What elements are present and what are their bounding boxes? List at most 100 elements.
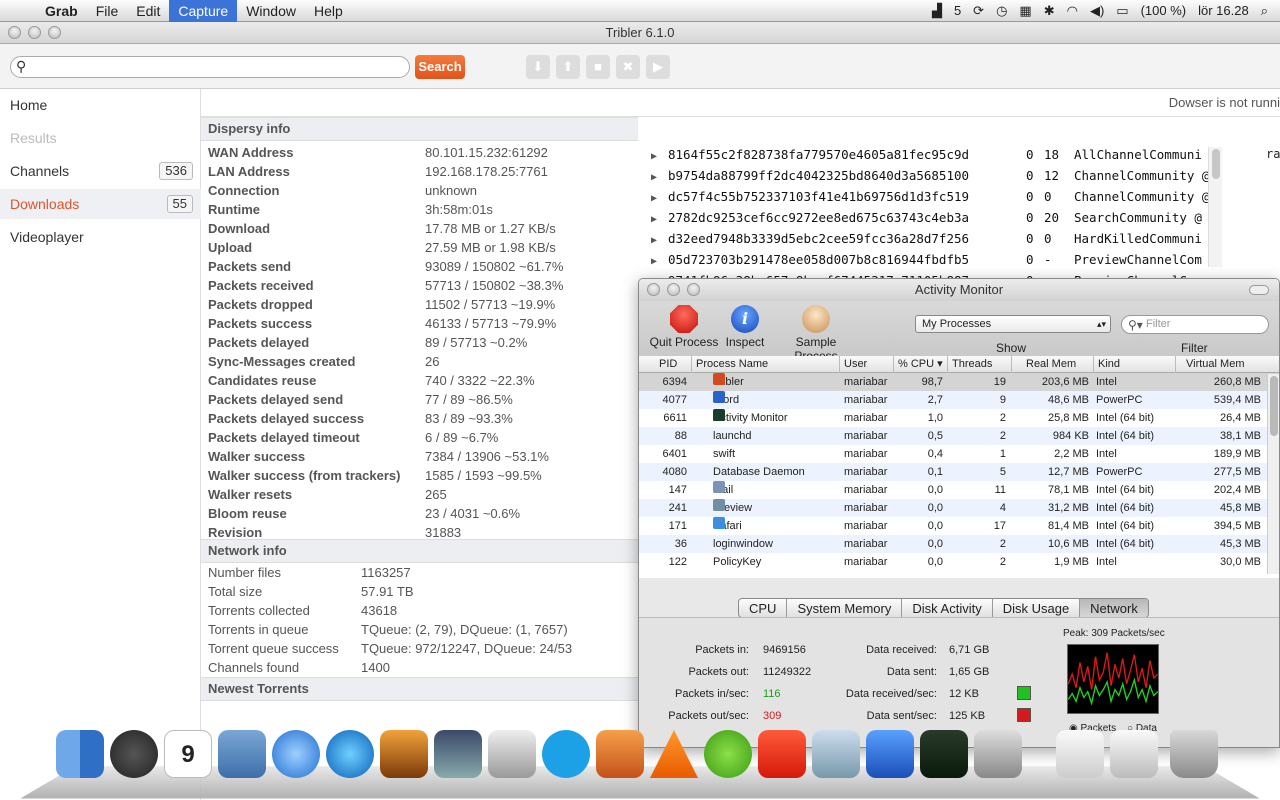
activity-monitor-icon[interactable] [920, 730, 968, 778]
clock[interactable]: lör 16.28 [1198, 3, 1249, 18]
community-row[interactable]: ▶ 05d723703b291478ee058d007b8c816944fbdfb… [640, 249, 1212, 270]
spotlight-icon[interactable]: ⌕ [1261, 3, 1268, 19]
tab-disk-usage[interactable]: Disk Usage [991, 599, 1079, 617]
grab-icon[interactable] [974, 730, 1022, 778]
column-process-name[interactable]: Process Name [691, 356, 839, 373]
quit-process-button[interactable]: Quit Process [649, 305, 719, 349]
wifi-icon[interactable]: ◠ [1067, 3, 1078, 19]
filter-input[interactable]: ⚲▾ Filter [1121, 315, 1269, 334]
community-row[interactable]: ▶ d32eed7948b3339d5ebc2cee59fcc36a28d7f25… [640, 228, 1212, 249]
column-cpu[interactable]: % CPU ▾ [893, 356, 947, 373]
zoom-icon[interactable] [687, 283, 700, 296]
process-row[interactable]: 36 loginwindow mariabar 0,0 2 10,6 MB Intel (6… [639, 535, 1279, 553]
spaces-icon[interactable] [434, 730, 482, 778]
process-row[interactable]: 6394 Tribler mariabar 98,7 19 203,6 MB Intel 26… [639, 373, 1279, 391]
time-machine-icon[interactable]: ◷ [996, 3, 1007, 19]
close-icon[interactable] [647, 283, 660, 296]
finder-icon[interactable] [56, 730, 104, 778]
process-row[interactable]: 122 PolicyKey mariabar 0,0 2 1,9 MB Intel 30,0 … [639, 553, 1279, 571]
safari-icon[interactable] [272, 730, 320, 778]
trash-icon[interactable] [1170, 730, 1218, 778]
scroll-thumb[interactable] [1212, 149, 1220, 179]
expand-arrow-icon[interactable]: ▶ [640, 209, 668, 228]
sidebar-item-downloads[interactable]: Downloads 55 [0, 189, 201, 219]
expand-arrow-icon[interactable]: ▶ [640, 251, 668, 270]
menu-window[interactable]: Window [237, 0, 305, 22]
expand-arrow-icon[interactable]: ▶ [640, 188, 668, 207]
minimize-icon[interactable] [28, 26, 41, 39]
inspect-button[interactable]: i Inspect [723, 305, 767, 349]
tab-cpu[interactable]: CPU [739, 599, 786, 617]
keynote-icon[interactable] [596, 730, 644, 778]
menu-app-grab[interactable]: Grab [36, 0, 87, 22]
tab-network[interactable]: Network [1079, 599, 1148, 617]
spotify-icon[interactable] [704, 730, 752, 778]
expand-arrow-icon[interactable]: ▶ [640, 230, 668, 249]
sidebar-item-home[interactable]: Home [0, 90, 201, 120]
vlc-icon[interactable] [650, 730, 698, 778]
word-icon[interactable] [866, 730, 914, 778]
menu-edit[interactable]: Edit [127, 0, 169, 22]
tribler-icon[interactable] [758, 730, 806, 778]
out-color-swatch[interactable] [1017, 708, 1031, 722]
battery-icon[interactable]: ▭ [1116, 3, 1128, 19]
play-icon[interactable]: ▶ [646, 55, 670, 79]
process-row[interactable]: 171 Safari mariabar 0,0 17 81,4 MB Intel (64 b… [639, 517, 1279, 535]
search-input[interactable]: ⚲ [10, 56, 410, 78]
download-icon[interactable]: ⬇ [526, 55, 550, 79]
process-row[interactable]: 6401 swift mariabar 0,4 1 2,2 MB Intel 189,9 MB [639, 445, 1279, 463]
community-row[interactable]: ▶ b9754da88799ff2dc4042325bd8640d3a568510… [640, 165, 1212, 186]
community-row[interactable]: ▶ 8164f55c2f828738fa779570e4605a81fec95c9… [640, 144, 1212, 165]
minimize-icon[interactable] [667, 283, 680, 296]
column-user[interactable]: User [839, 356, 893, 373]
zoom-icon[interactable] [48, 26, 61, 39]
downloads-stack-icon[interactable] [1110, 730, 1158, 778]
sidebar-item-channels[interactable]: Channels 536 [0, 156, 201, 186]
toolbar-toggle-icon[interactable] [1249, 285, 1269, 295]
memory-icon[interactable]: ▦ [1019, 3, 1031, 19]
close-icon[interactable] [8, 26, 21, 39]
tab-disk-activity[interactable]: Disk Activity [901, 599, 991, 617]
menu-help[interactable]: Help [305, 0, 352, 22]
documents-stack-icon[interactable] [1056, 730, 1104, 778]
column-real-mem[interactable]: Real Mem [1011, 356, 1093, 373]
show-processes-select[interactable]: My Processes ▴▾ [915, 315, 1111, 333]
iphoto-icon[interactable] [380, 730, 428, 778]
sample-process-button[interactable]: Sample Process [773, 305, 859, 363]
volume-icon[interactable]: ◀) [1090, 3, 1104, 19]
menu-capture[interactable]: Capture [169, 0, 238, 22]
preview-icon[interactable] [812, 730, 860, 778]
process-row[interactable]: 4077 Word mariabar 2,7 9 48,6 MB PowerPC 539,4 … [639, 391, 1279, 409]
process-row[interactable]: 6611 Activity Monitor mariabar 1,0 2 25,8 MB I… [639, 409, 1279, 427]
newest-torrents-header[interactable]: Newest Torrents [201, 677, 638, 701]
search-button[interactable]: Search [415, 55, 465, 79]
dispersy-info-header[interactable]: Dispersy info [201, 117, 638, 141]
community-scrollbar[interactable] [1208, 147, 1222, 267]
network-info-header[interactable]: Network info [201, 539, 638, 563]
expand-arrow-icon[interactable]: ▶ [640, 167, 668, 186]
column-virtual-mem[interactable]: Virtual Mem [1175, 356, 1265, 373]
menu-file[interactable]: File [87, 0, 128, 22]
process-row[interactable]: 241 Preview mariabar 0,0 4 31,2 MB Intel (64 b… [639, 499, 1279, 517]
sync-icon[interactable]: ⟳ [973, 3, 984, 19]
dashboard-icon[interactable] [110, 730, 158, 778]
scroll-thumb[interactable] [1270, 376, 1278, 436]
delete-icon[interactable]: ✖ [616, 55, 640, 79]
column-pid[interactable]: PID [639, 356, 691, 373]
latex-icon[interactable] [488, 730, 536, 778]
column-threads[interactable]: Threads [947, 356, 1011, 373]
mail-stamp-icon[interactable] [218, 730, 266, 778]
calendar-icon[interactable]: 9 [164, 730, 212, 778]
process-row[interactable]: 88 launchd mariabar 0,5 2 984 KB Intel (64 bit… [639, 427, 1279, 445]
community-row[interactable]: ▶ dc57f4c55b752337103f41e41b69756d1d3fc51… [640, 186, 1212, 207]
itunes-icon[interactable] [326, 730, 374, 778]
sidebar-item-videoplayer[interactable]: Videoplayer [0, 222, 201, 252]
process-scrollbar[interactable] [1267, 374, 1279, 574]
skype-icon[interactable] [542, 730, 590, 778]
upload-icon[interactable]: ⬆ [556, 55, 580, 79]
sidebar-item-results[interactable]: Results [0, 123, 201, 153]
expand-arrow-icon[interactable]: ▶ [640, 146, 668, 165]
process-row[interactable]: 147 Mail mariabar 0,0 11 78,1 MB Intel (64 bit… [639, 481, 1279, 499]
process-row[interactable]: 4080 Database Daemon mariabar 0,1 5 12,7 MB Po… [639, 463, 1279, 481]
column-kind[interactable]: Kind [1093, 356, 1175, 373]
